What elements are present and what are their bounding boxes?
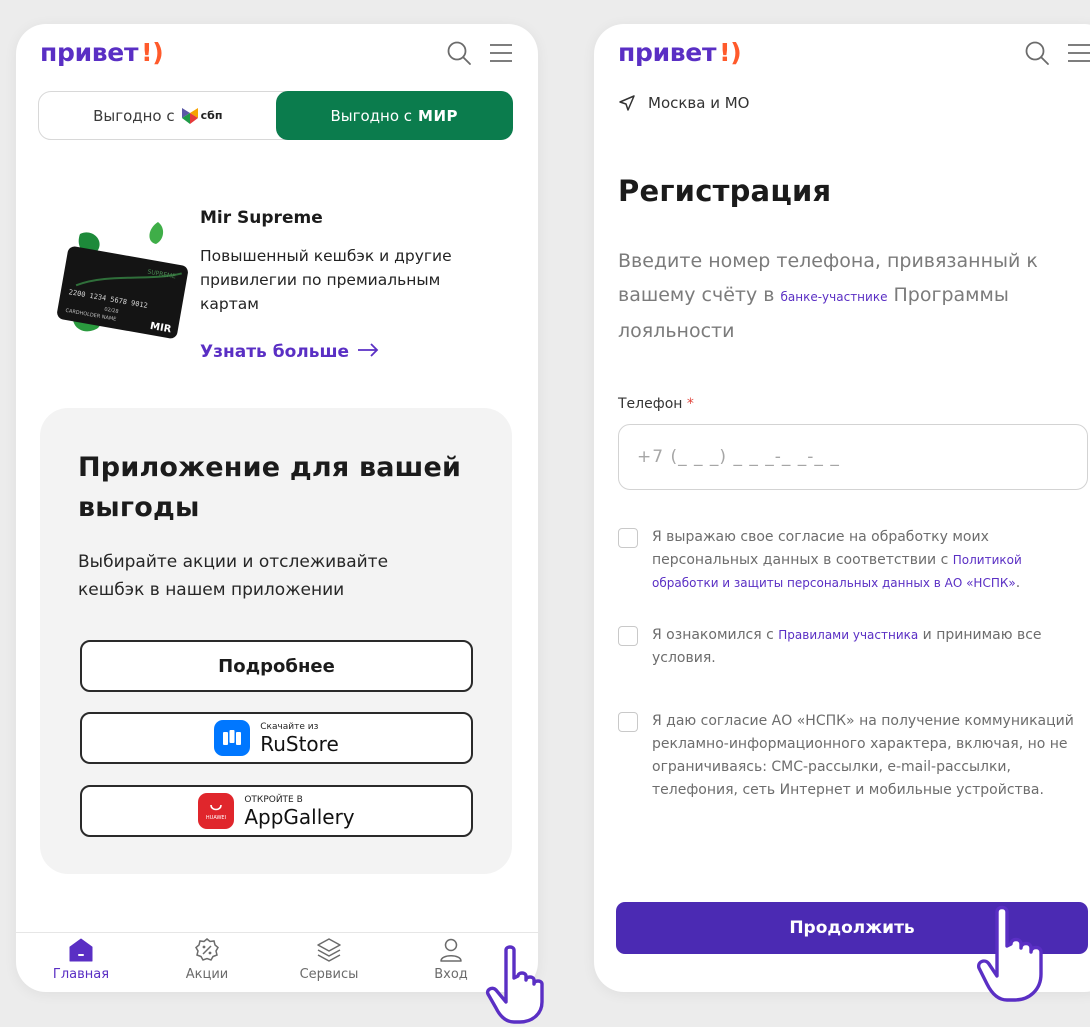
search-icon[interactable] <box>446 40 472 70</box>
brand-logo-word: привет <box>40 38 139 67</box>
user-icon <box>440 938 462 962</box>
mir-supreme-card-image: SUPREME 2200 1234 5678 9012 02/28 CARDHO… <box>46 220 196 340</box>
nav-label-services: Сервисы <box>299 967 359 982</box>
tab-sbp-label: Выгодно с <box>93 106 175 125</box>
registration-description: Введите номер телефона, привязанный к ва… <box>618 244 1078 348</box>
brand-logo-word: привет <box>618 38 717 67</box>
rustore-icon <box>214 720 251 756</box>
menu-icon[interactable] <box>1066 43 1090 67</box>
appgallery-small-label: ОТКРОЙТЕ В <box>244 794 303 805</box>
nav-item-home[interactable]: Главная <box>16 933 146 992</box>
layers-icon <box>317 938 341 962</box>
learn-more-link[interactable]: Узнать больше <box>200 342 379 362</box>
appgallery-label: AppGallery <box>244 804 355 829</box>
app-promo-block: Приложение для вашей выгоды Выбирайте ак… <box>40 408 512 874</box>
app-block-title: Приложение для вашей выгоды <box>78 452 462 523</box>
app-block-subtitle: Выбирайте акции и отслеживайте кешбэк в … <box>78 552 389 600</box>
menu-icon[interactable] <box>488 43 514 67</box>
phone-input-placeholder: +7 (_ _ _) _ _ _-_ _-_ _ <box>637 447 840 467</box>
tab-mir-label: Выгодно с <box>330 106 413 125</box>
pointing-hand-icon <box>484 944 568 1027</box>
phone-input[interactable]: +7 (_ _ _) _ _ _-_ _-_ _ <box>618 424 1088 490</box>
consent-personal-data-checkbox[interactable] <box>618 528 638 548</box>
pointing-hand-icon <box>975 904 1059 1008</box>
search-icon[interactable] <box>1024 40 1050 70</box>
rustore-text: Скачайте из RuStore <box>260 721 339 756</box>
rustore-label: RuStore <box>260 731 339 756</box>
consent-marketing: Я даю согласие АО «НСПК» на получение ко… <box>618 710 1088 802</box>
brand-logo-mark: !) <box>141 38 164 67</box>
appgallery-text: ОТКРОЙТЕ В AppGallery <box>244 794 355 829</box>
payment-switch: Выгодно с сбп Выгодно с МИР <box>38 91 513 140</box>
nav-item-promos[interactable]: Акции <box>146 933 268 992</box>
consent-marketing-checkbox[interactable] <box>618 712 638 732</box>
nav-label-home: Главная <box>52 967 110 982</box>
appgallery-icon-text: HUAWEI <box>206 815 226 821</box>
promo-text: Повышенный кешбэк и другие привилегии по… <box>200 247 452 313</box>
registration-screen: привет!) Москва и МО Регистрация Введите… <box>594 24 1090 992</box>
consent-rules: Я ознакомился с Правилами участника и пр… <box>618 624 1088 670</box>
required-mark: * <box>686 396 694 412</box>
participant-rules-link[interactable]: Правилами участника <box>778 628 918 642</box>
promo-title: Mir Supreme <box>200 208 323 228</box>
appgallery-icon: HUAWEI <box>198 793 235 829</box>
location-label: Москва и МО <box>648 94 750 112</box>
consent-1-after: . <box>1015 575 1021 591</box>
consent-personal-data-text: Я выражаю свое согласие на обработку мои… <box>652 526 1088 595</box>
nav-label-promos: Акции <box>185 967 229 982</box>
bottom-nav: Главная Акции Сервисы Вход <box>16 932 538 992</box>
page-title: Регистрация <box>618 174 832 208</box>
mir-logo: МИР <box>418 106 459 125</box>
appgallery-button[interactable]: HUAWEI ОТКРОЙТЕ В AppGallery <box>80 785 473 837</box>
nav-item-services[interactable]: Сервисы <box>268 933 390 992</box>
location-selector[interactable]: Москва и МО <box>618 94 750 112</box>
learn-more-label: Узнать больше <box>200 342 350 362</box>
tab-mir[interactable]: Выгодно с МИР <box>275 91 513 140</box>
home-icon <box>69 938 93 962</box>
sbp-logo: сбп <box>181 107 223 125</box>
sbp-logo-text: сбп <box>200 109 223 122</box>
consent-personal-data: Я выражаю свое согласие на обработку мои… <box>618 526 1088 595</box>
rustore-button[interactable]: Скачайте из RuStore <box>80 712 473 764</box>
partner-bank-link[interactable]: банке-участнике <box>780 290 887 304</box>
phone-field-label: Телефон * <box>618 396 694 412</box>
more-button[interactable]: Подробнее <box>80 640 473 692</box>
consent-marketing-text: Я даю согласие АО «НСПК» на получение ко… <box>652 713 1074 798</box>
brand-logo[interactable]: привет!) <box>618 38 742 67</box>
consent-1-before: Я выражаю свое согласие на обработку мои… <box>652 529 989 568</box>
rustore-small-label: Скачайте из <box>260 721 319 732</box>
consent-2-before: Я ознакомился с <box>652 627 779 643</box>
arrow-right-icon <box>357 342 379 362</box>
brand-logo[interactable]: привет!) <box>40 38 164 67</box>
brand-logo-mark: !) <box>719 38 742 67</box>
navigation-arrow-icon <box>619 95 635 111</box>
consent-rules-text: Я ознакомился с Правилами участника и пр… <box>652 624 1088 670</box>
discount-icon <box>195 938 219 961</box>
home-screen: привет!) Выгодно с сбп Выгодно с МИР SUP… <box>16 24 538 992</box>
phone-label-text: Телефон <box>618 396 683 412</box>
nav-label-login: Вход <box>434 967 468 982</box>
tab-sbp[interactable]: Выгодно с сбп <box>39 92 277 139</box>
consent-rules-checkbox[interactable] <box>618 626 638 646</box>
